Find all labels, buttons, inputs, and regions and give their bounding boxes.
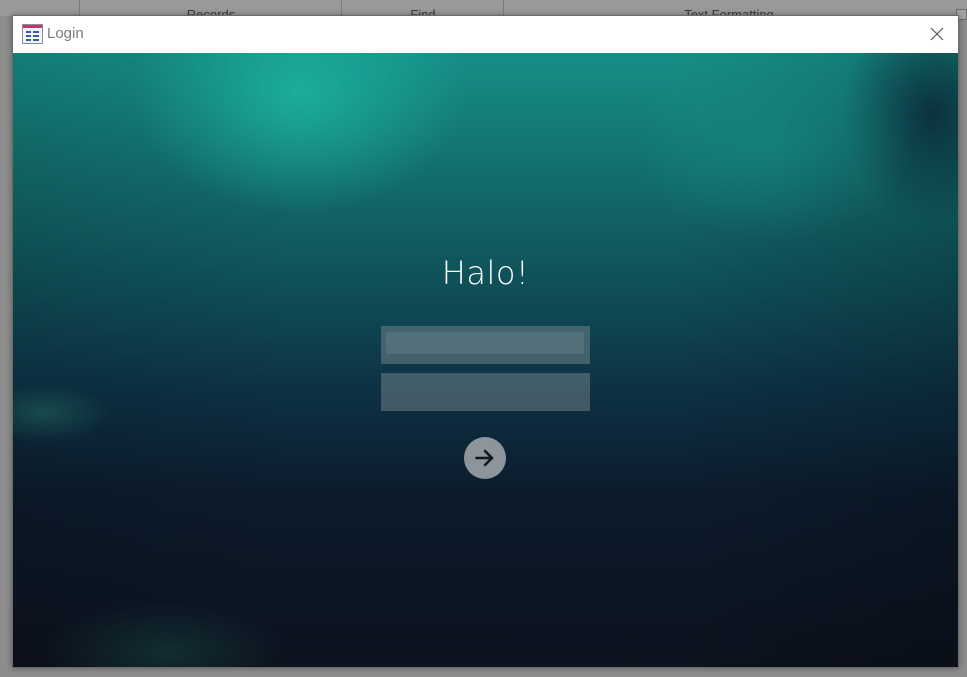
form-icon [22,24,43,44]
arrow-right-icon [475,449,494,467]
ribbon-group-records: Records [79,0,342,16]
login-panel: Halo! [13,53,958,667]
dialog-titlebar: Login [13,16,958,53]
close-icon [930,27,944,41]
username-field[interactable] [381,326,590,364]
close-button[interactable] [922,20,952,48]
password-field[interactable] [381,373,590,411]
ribbon-background: Records Find Text Formatting [0,0,967,20]
dialog-title: Login [47,25,84,42]
login-submit-button[interactable] [464,437,506,479]
greeting-heading: Halo! [441,254,530,292]
login-dialog: Login Halo! [12,15,959,668]
ribbon-group-find: Find [341,0,504,16]
ribbon-group-text-formatting: Text Formatting [503,0,954,16]
